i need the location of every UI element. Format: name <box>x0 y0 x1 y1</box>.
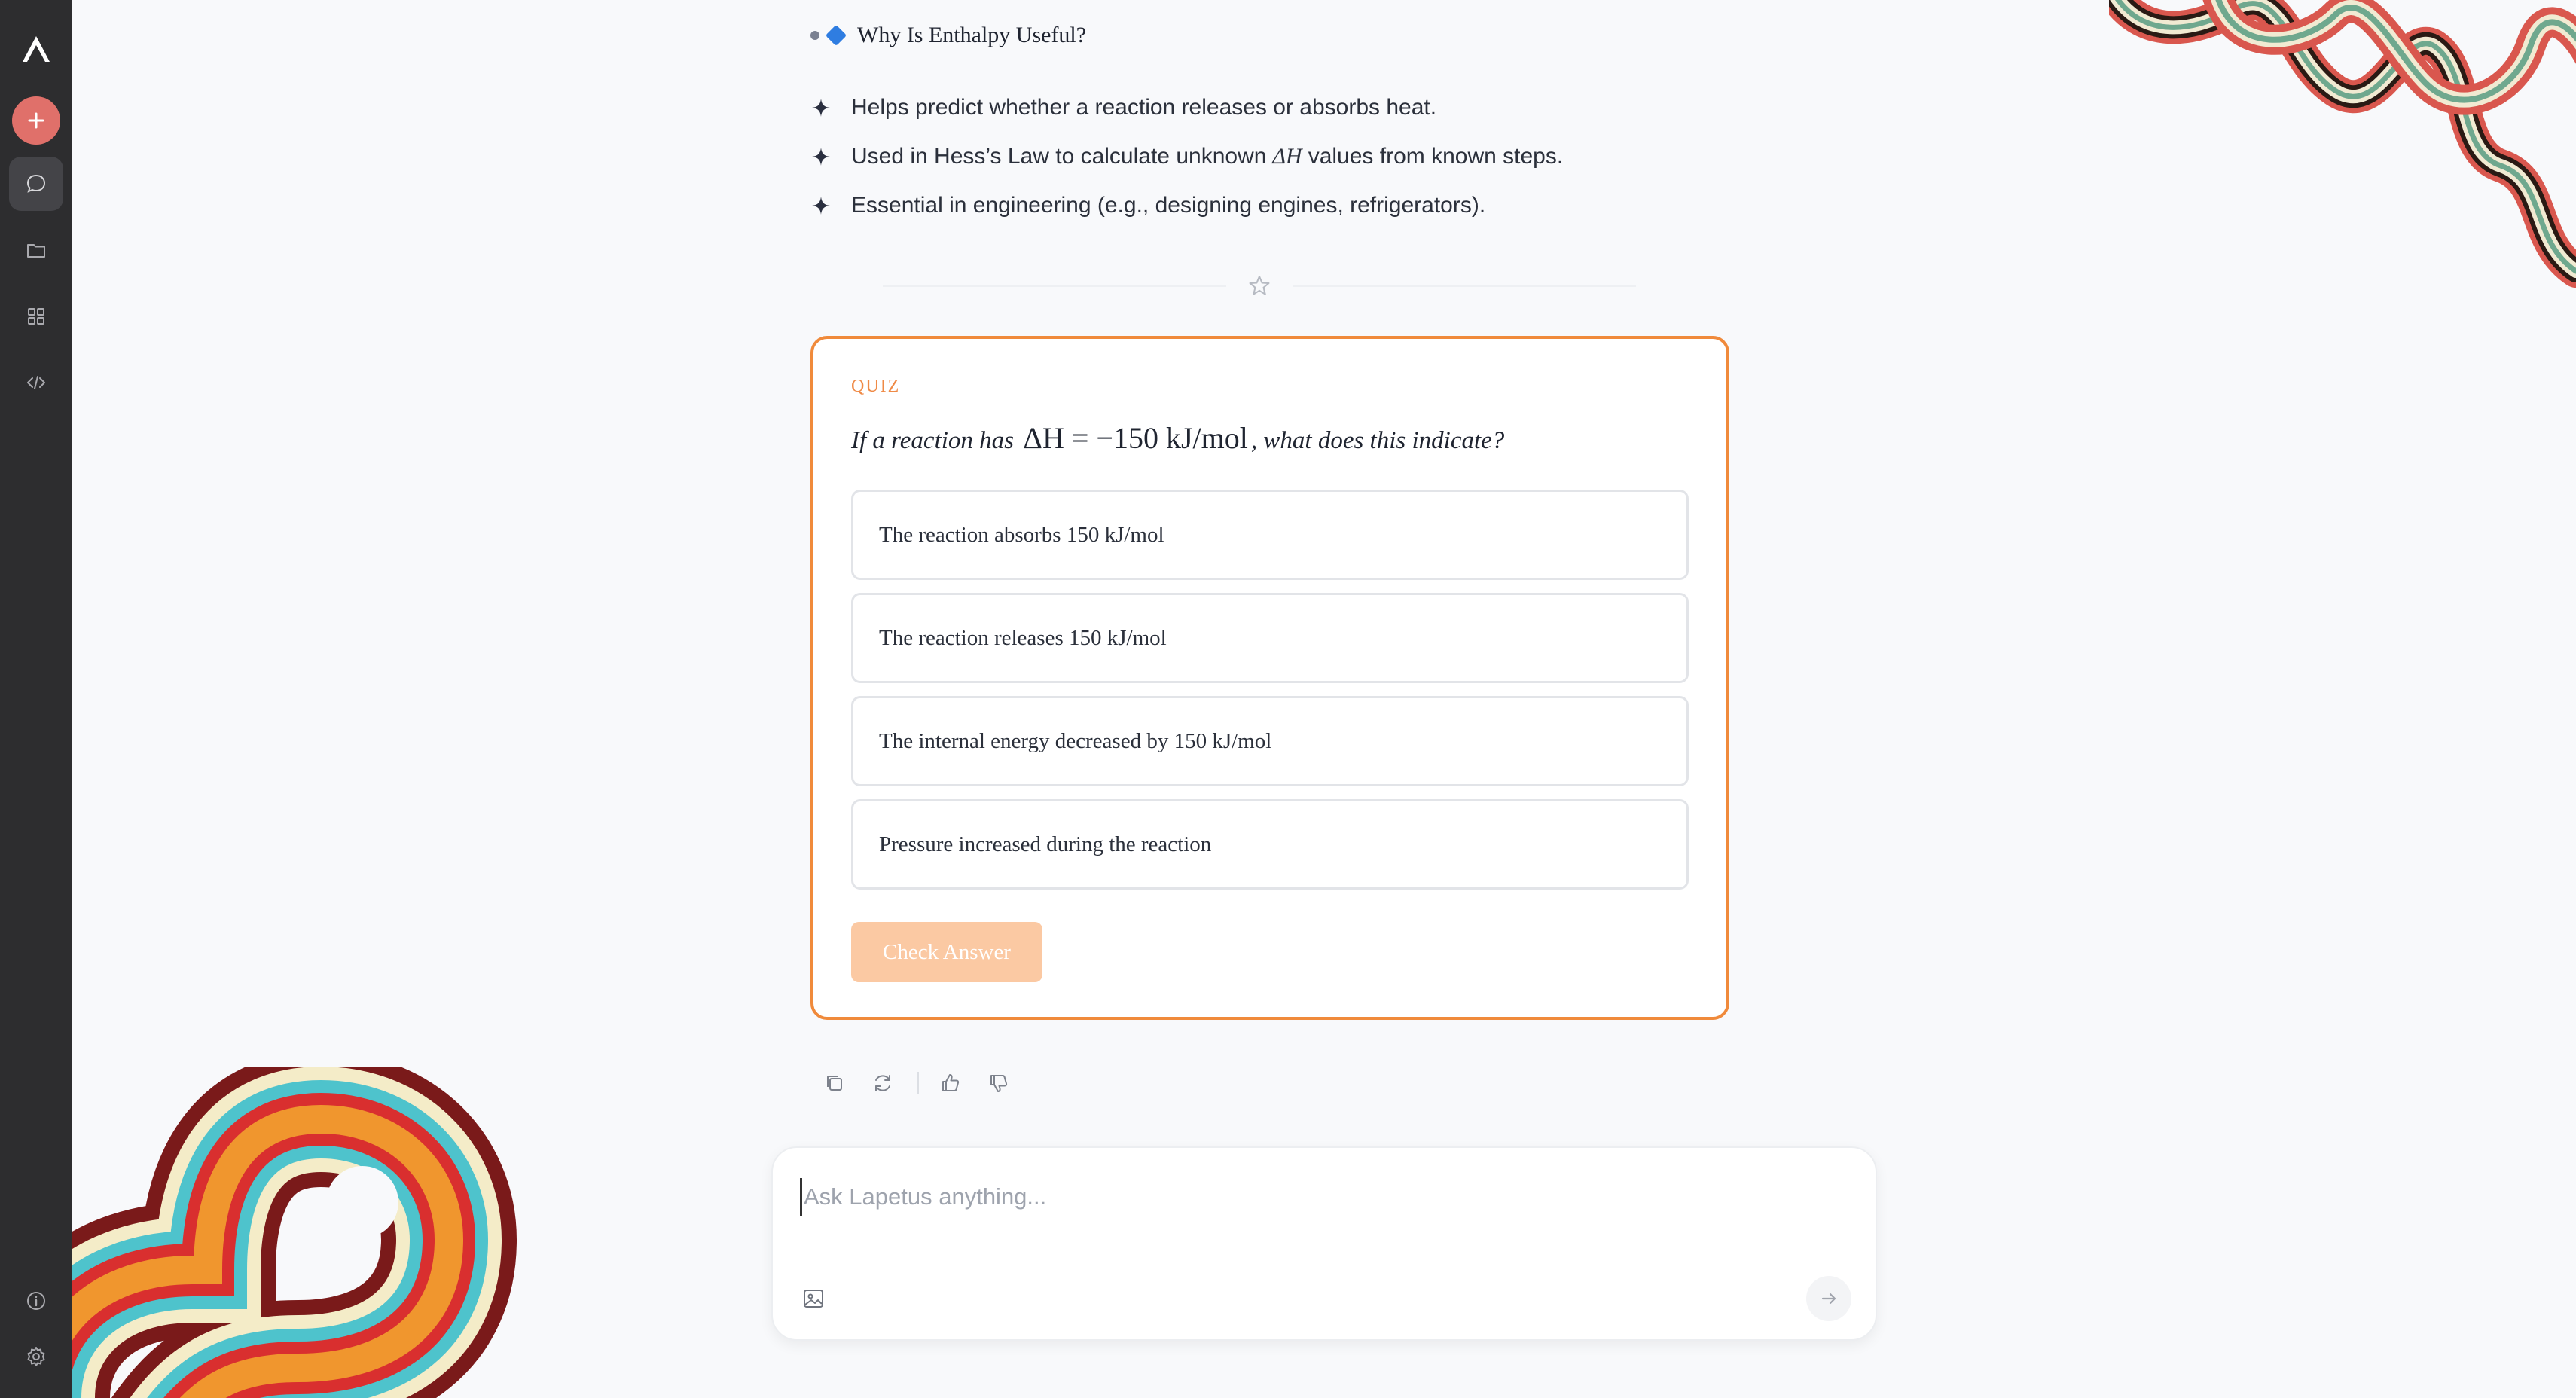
list-item-text: Helps predict whether a reaction release… <box>851 94 1437 120</box>
list-item-text: Used in Hess’s Law to calculate unknown <box>851 143 1267 169</box>
send-button[interactable] <box>1806 1276 1851 1321</box>
thumbs-down-button[interactable] <box>982 1067 1015 1100</box>
quiz-question-tail: , what does this indicate? <box>1250 427 1505 454</box>
code-icon <box>27 376 45 389</box>
quiz-option-2[interactable]: The reaction releases 150 kJ/mol <box>851 593 1689 683</box>
math-delta-h: ΔH <box>1272 143 1302 169</box>
decorative-swirl-bottom <box>72 1067 517 1398</box>
list-item: Helps predict whether a reaction release… <box>810 83 1563 132</box>
sparkle-icon <box>812 98 830 117</box>
regenerate-icon <box>875 1075 890 1091</box>
plus-icon <box>28 112 44 129</box>
copy-button[interactable] <box>818 1067 851 1100</box>
sidebar <box>0 0 72 1398</box>
folder-icon <box>27 244 45 258</box>
quiz-option-1[interactable]: The reaction absorbs 150 kJ/mol <box>851 490 1689 580</box>
chat-composer <box>771 1146 1877 1341</box>
quiz-question-text: If a reaction has <box>851 427 1014 454</box>
quiz-card: QUIZ If a reaction has ΔH = −150 kJ/mol,… <box>810 336 1729 1020</box>
star-icon <box>1249 276 1270 295</box>
list-item: Used in Hess’s Law to calculate unknown … <box>810 132 1563 181</box>
grid-icon <box>28 308 44 325</box>
quiz-option-4[interactable]: Pressure increased during the reaction <box>851 799 1689 890</box>
sidebar-item-code[interactable] <box>9 356 63 410</box>
quiz-question: If a reaction has ΔH = −150 kJ/mol, what… <box>851 420 1504 456</box>
section-heading-text: Why Is Enthalpy Useful? <box>857 23 1087 47</box>
sidebar-item-chat[interactable] <box>9 157 63 211</box>
sparkle-icon <box>812 196 830 215</box>
quiz-question-math: ΔH = −150 kJ/mol <box>1023 421 1248 455</box>
chat-bubble-icon <box>26 174 46 193</box>
new-chat-button[interactable] <box>12 96 60 145</box>
list-item-text-after: values from known steps. <box>1308 143 1564 169</box>
thumbs-up-button[interactable] <box>934 1067 967 1100</box>
thumbs-down-icon <box>990 1075 1008 1092</box>
point-list: Helps predict whether a reaction release… <box>810 83 1563 230</box>
section-divider <box>883 273 1636 300</box>
bullet-dot <box>810 31 819 40</box>
decorative-swirl-top <box>2109 0 2576 288</box>
list-item: Essential in engineering (e.g., designin… <box>810 181 1563 230</box>
section-heading: Why Is Enthalpy Useful? <box>810 23 1086 48</box>
quiz-option-3[interactable]: The internal energy decreased by 150 kJ/… <box>851 696 1689 786</box>
sparkle-icon <box>812 147 830 166</box>
sidebar-item-files[interactable] <box>9 223 63 277</box>
info-icon[interactable] <box>25 1290 47 1312</box>
quiz-label: QUIZ <box>851 377 901 396</box>
lapetus-logo[interactable] <box>18 30 54 66</box>
blue-diamond-icon <box>825 24 847 47</box>
list-item-text: Essential in engineering (e.g., designin… <box>851 192 1486 218</box>
check-answer-button[interactable]: Check Answer <box>851 922 1042 982</box>
image-icon[interactable] <box>800 1285 827 1312</box>
arrow-right-icon <box>1821 1293 1836 1305</box>
thumbs-up-icon <box>942 1074 960 1091</box>
regenerate-button[interactable] <box>866 1067 899 1100</box>
copy-icon <box>827 1076 842 1091</box>
gear-icon[interactable] <box>25 1345 47 1368</box>
sidebar-item-apps[interactable] <box>9 289 63 343</box>
message-actions <box>818 1067 1030 1100</box>
message-input[interactable] <box>800 1178 1779 1216</box>
